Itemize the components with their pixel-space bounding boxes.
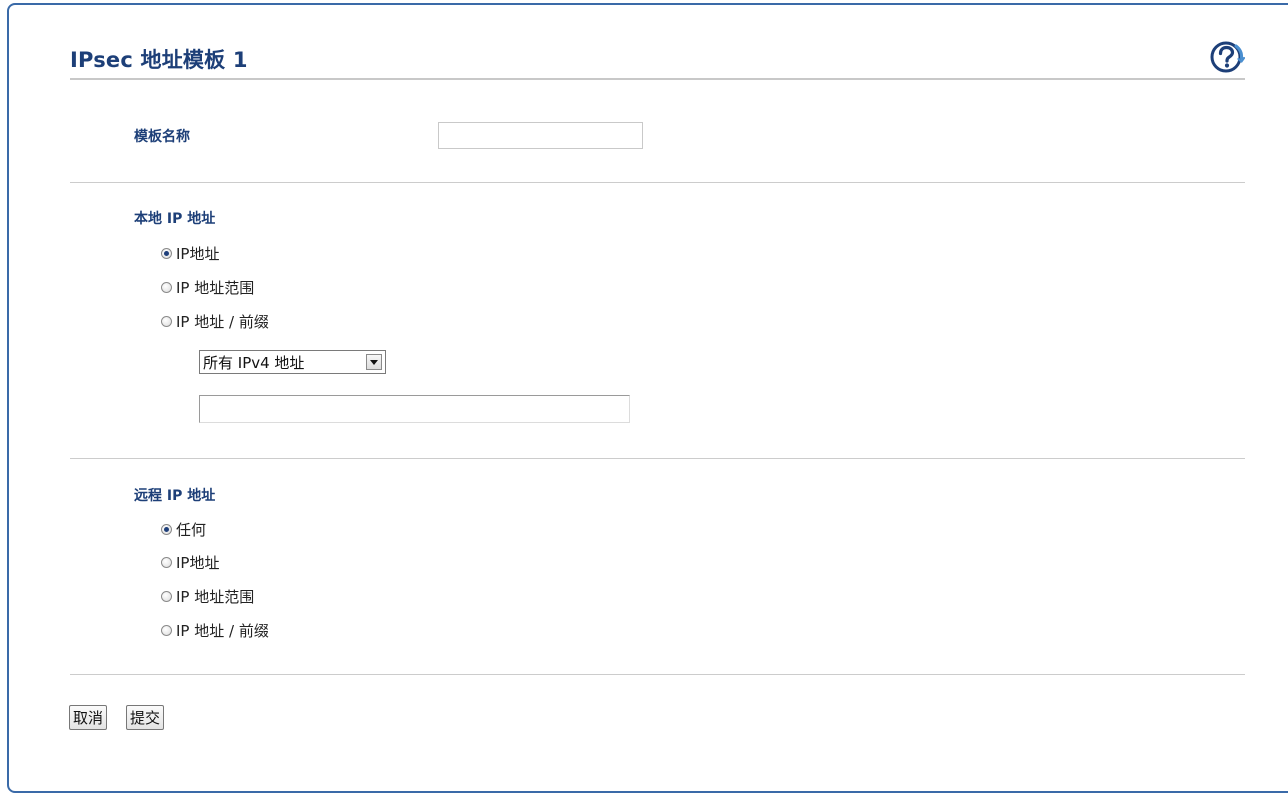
- local-ip-heading: 本地 IP 地址: [134, 211, 216, 227]
- template-name-input[interactable]: [438, 122, 643, 149]
- page-title: IPsec 地址模板 1: [70, 48, 248, 72]
- radio-label: IP地址: [176, 244, 220, 263]
- radio-button[interactable]: [161, 247, 172, 259]
- radio-label: IP 地址 / 前缀: [176, 312, 269, 331]
- remote-ip-heading: 远程 IP 地址: [134, 488, 216, 504]
- radio-button[interactable]: [161, 281, 172, 293]
- select-value: 所有 IPv4 地址: [203, 353, 305, 372]
- radio-label: IP 地址范围: [176, 278, 255, 297]
- local-ip-option-ip-address[interactable]: IP地址: [161, 243, 219, 263]
- radio-label: 任何: [176, 520, 207, 539]
- radio-label: IP 地址 / 前缀: [176, 621, 269, 640]
- radio-label: IP 地址范围: [176, 587, 255, 606]
- section-divider: [70, 458, 1245, 459]
- radio-button[interactable]: [161, 523, 172, 535]
- local-ip-address-input[interactable]: [199, 395, 630, 423]
- radio-button[interactable]: [161, 624, 172, 636]
- radio-label: IP地址: [176, 553, 220, 572]
- section-divider: [70, 674, 1245, 675]
- section-divider: [70, 182, 1245, 183]
- local-ip-option-ip-range[interactable]: IP 地址范围: [161, 277, 254, 297]
- template-name-label: 模板名称: [134, 129, 190, 145]
- remote-ip-option-ip-address[interactable]: IP地址: [161, 552, 219, 572]
- local-ip-type-select[interactable]: 所有 IPv4 地址: [199, 350, 386, 374]
- title-divider: [70, 78, 1245, 80]
- help-question-icon[interactable]: [1209, 40, 1245, 74]
- remote-ip-option-any[interactable]: 任何: [161, 519, 206, 539]
- radio-button[interactable]: [161, 315, 172, 327]
- radio-button[interactable]: [161, 556, 172, 568]
- submit-button[interactable]: 提交: [126, 705, 165, 730]
- remote-ip-option-ip-range[interactable]: IP 地址范围: [161, 586, 254, 606]
- remote-ip-option-ip-prefix[interactable]: IP 地址 / 前缀: [161, 620, 269, 640]
- radio-button[interactable]: [161, 590, 172, 602]
- local-ip-option-ip-prefix[interactable]: IP 地址 / 前缀: [161, 311, 269, 331]
- chevron-down-icon[interactable]: [366, 354, 382, 370]
- cancel-button[interactable]: 取消: [69, 705, 108, 730]
